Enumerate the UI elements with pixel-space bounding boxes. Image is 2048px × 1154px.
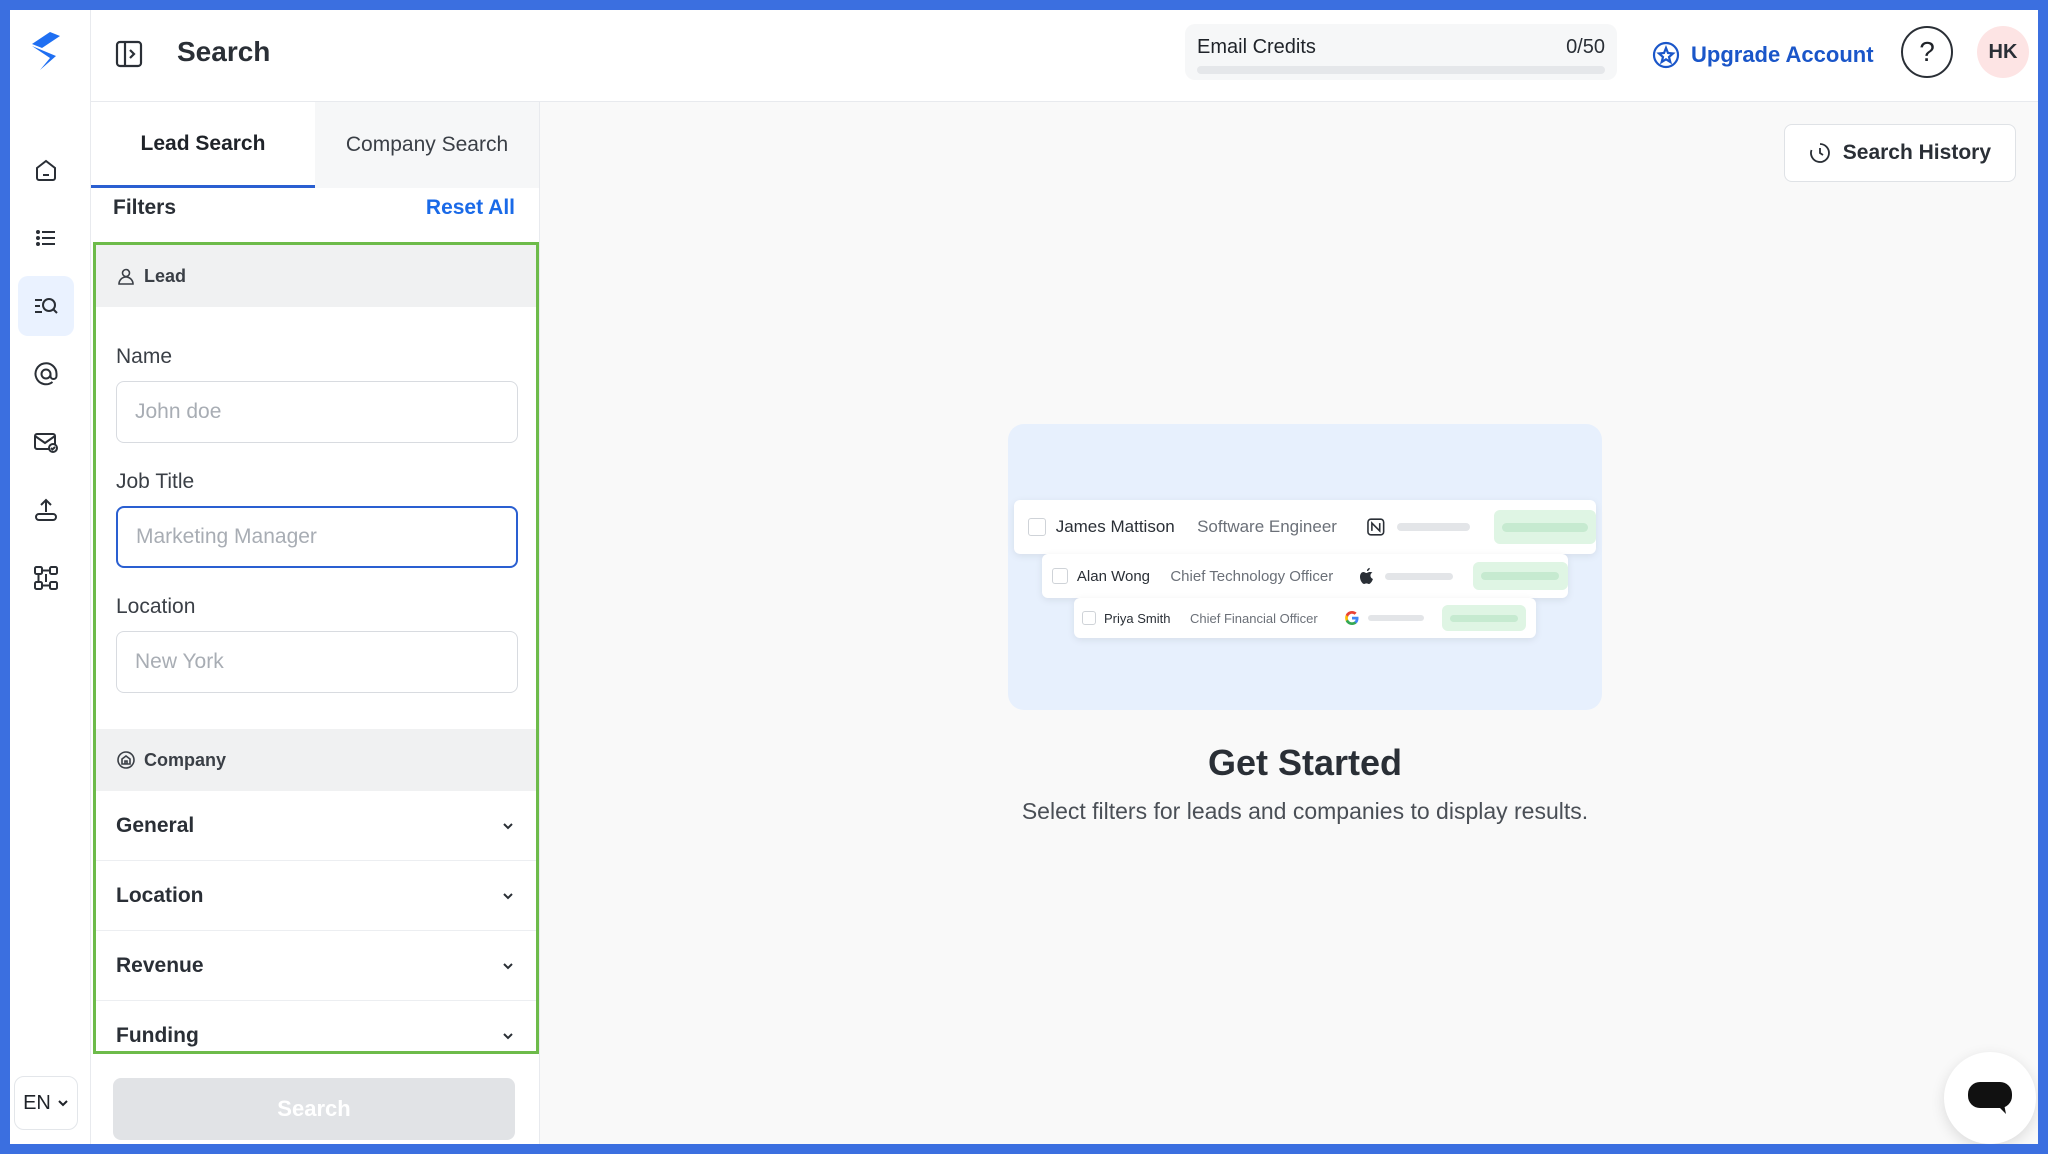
accordion-revenue-label: Revenue: [116, 953, 204, 977]
apple-logo-icon: [1360, 567, 1374, 584]
avatar[interactable]: HK: [1977, 26, 2029, 78]
help-button[interactable]: ?: [1901, 26, 1953, 78]
company-section-label: Company: [144, 749, 227, 770]
preview-title: Chief Technology Officer: [1170, 567, 1334, 585]
history-clock-icon: [1809, 143, 1830, 163]
language-label: EN: [23, 1091, 51, 1114]
preview-title: Chief Financial Officer: [1190, 610, 1318, 626]
preview-placeholder-bar: [1397, 523, 1470, 531]
upgrade-account-button[interactable]: Upgrade Account: [1651, 34, 1874, 76]
at-icon[interactable]: [18, 344, 74, 404]
app-window: EN Search Email Credits 0/50 Upgrade Acc…: [10, 10, 2038, 1144]
mail-verify-icon[interactable]: [18, 412, 74, 472]
notion-logo-icon: [1366, 518, 1385, 536]
accordion-location[interactable]: Location: [96, 861, 536, 931]
chevron-down-icon: [503, 892, 513, 899]
chevron-down-icon: [503, 962, 513, 969]
search-tabs: Lead Search Company Search: [91, 102, 540, 188]
accordion-revenue[interactable]: Revenue: [96, 931, 536, 1001]
user-icon: [118, 268, 134, 285]
credits-progress-bar: [1197, 66, 1605, 74]
reset-all-link[interactable]: Reset All: [426, 196, 515, 220]
preview-row: James Mattison Software Engineer: [1014, 500, 1596, 554]
upload-icon[interactable]: [18, 480, 74, 540]
language-selector[interactable]: EN: [14, 1076, 78, 1130]
chat-icon: [1968, 1082, 2012, 1114]
name-input[interactable]: [116, 381, 518, 443]
job-title-field-label: Job Title: [116, 470, 195, 493]
preview-name: Alan Wong: [1076, 567, 1151, 585]
preview-name: Priya Smith: [1104, 610, 1171, 626]
empty-state-subtitle: Select filters for leads and companies t…: [1021, 798, 1589, 824]
accordion-general[interactable]: General: [96, 791, 536, 861]
accordion-location-label: Location: [116, 883, 204, 907]
location-field-label: Location: [116, 595, 196, 618]
chevron-down-icon: [503, 1032, 513, 1039]
preview-placeholder-bar: [1385, 572, 1453, 580]
accordion-funding[interactable]: Funding: [96, 1001, 536, 1051]
search-button[interactable]: Search: [113, 1078, 515, 1140]
empty-state-title: Get Started: [1207, 742, 1403, 783]
preview-name: James Mattison: [1055, 517, 1175, 536]
filters-form: Lead Name Job Title Location Company Gen…: [93, 242, 539, 1054]
preview-checkbox: [1082, 611, 1096, 625]
lead-section-header: Lead: [96, 245, 536, 307]
list-icon[interactable]: [18, 208, 74, 268]
search-history-button[interactable]: Search History: [1783, 124, 2016, 182]
top-header: Search Email Credits 0/50 Upgrade Accoun…: [91, 10, 2038, 102]
credits-label: Email Credits: [1197, 36, 1316, 58]
filters-heading: Filters: [113, 196, 177, 219]
preview-status-pill: [1472, 562, 1568, 590]
integrations-icon[interactable]: [18, 548, 74, 608]
sidebar-rail: EN: [10, 10, 91, 1144]
tab-lead-search[interactable]: Lead Search: [91, 102, 315, 188]
upgrade-label: Upgrade Account: [1691, 42, 1874, 67]
accordion-general-label: General: [116, 813, 195, 837]
help-icon: ?: [1919, 36, 1935, 67]
badge-star-icon: [1652, 41, 1680, 69]
tab-company-search[interactable]: Company Search: [315, 102, 539, 188]
company-section-header: Company: [96, 729, 536, 791]
preview-row: Priya Smith Chief Financial Officer: [1074, 598, 1536, 638]
app-logo[interactable]: [26, 30, 66, 74]
chat-widget-button[interactable]: [1944, 1052, 2036, 1144]
chevron-down-icon: [503, 822, 513, 829]
company-icon: [117, 751, 135, 769]
preview-status-pill: [1442, 605, 1526, 631]
sidebar-toggle-icon[interactable]: [111, 36, 147, 72]
preview-checkbox: [1052, 568, 1068, 584]
main-content: Search History James Mattison Software E…: [540, 102, 2038, 1144]
lead-section-label: Lead: [144, 265, 187, 286]
job-title-input[interactable]: [116, 506, 518, 568]
empty-state-illustration: James Mattison Software Engineer Alan Wo…: [1008, 424, 1602, 710]
google-logo-icon: [1345, 611, 1359, 625]
email-credits-widget: Email Credits 0/50: [1185, 24, 1617, 80]
preview-placeholder-bar: [1368, 615, 1424, 621]
filter-panel: Lead Search Company Search Filters Reset…: [91, 102, 540, 1144]
lead-search-icon[interactable]: [18, 276, 74, 336]
chevron-down-icon: [58, 1100, 68, 1107]
preview-row: Alan Wong Chief Technology Officer: [1042, 554, 1568, 598]
preview-checkbox: [1028, 518, 1046, 536]
preview-status-pill: [1493, 510, 1596, 544]
search-history-label: Search History: [1842, 141, 1991, 164]
credits-value: 0/50: [1566, 36, 1605, 58]
avatar-initials: HK: [1988, 40, 2018, 63]
preview-title: Software Engineer: [1197, 517, 1337, 536]
name-field-label: Name: [116, 345, 173, 368]
location-input[interactable]: [116, 631, 518, 693]
accordion-funding-label: Funding: [116, 1023, 199, 1047]
home-icon[interactable]: [18, 140, 74, 200]
page-title: Search: [177, 36, 271, 67]
